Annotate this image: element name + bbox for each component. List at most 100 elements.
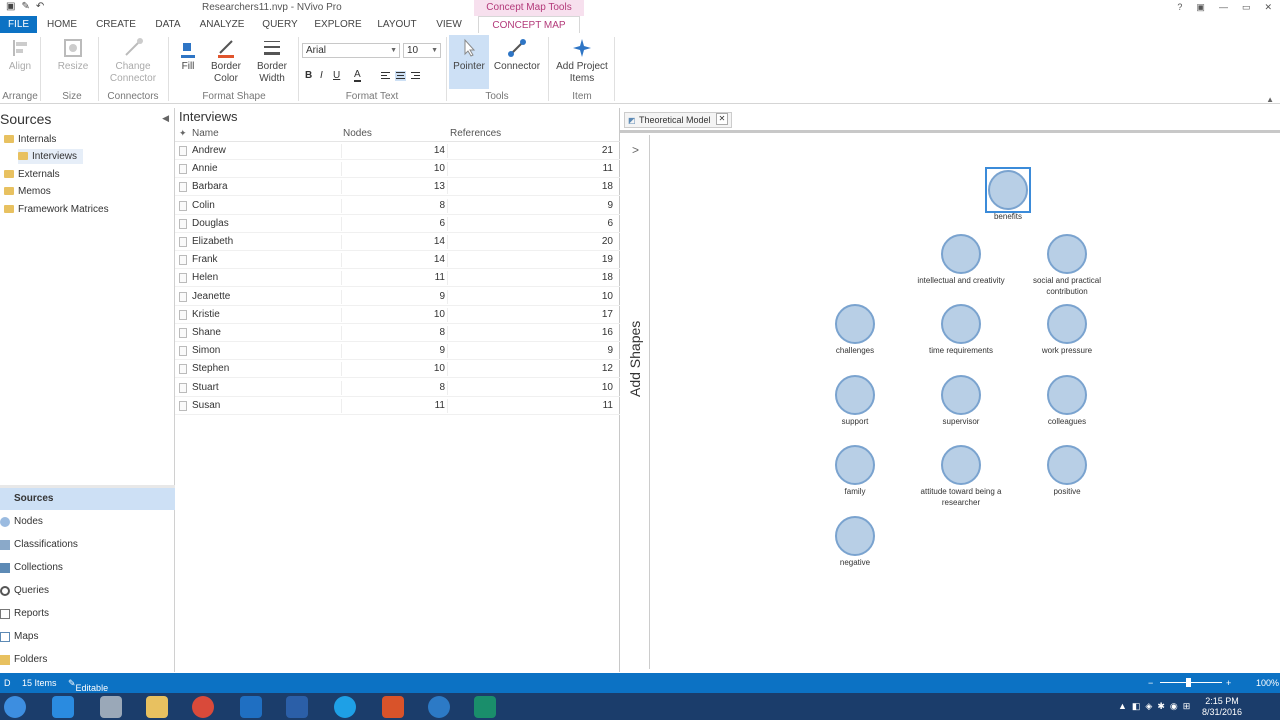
minimize-icon[interactable]: — — [1219, 2, 1228, 13]
tab-query[interactable]: QUERY — [258, 16, 302, 33]
tab-analyze[interactable]: ANALYZE — [198, 16, 246, 33]
close-icon[interactable]: ✕ — [1264, 2, 1272, 13]
pointer-button[interactable]: Pointer — [449, 35, 489, 89]
border-width-button[interactable]: Border Width — [252, 37, 292, 85]
nav-button-nodes[interactable]: Nodes — [0, 511, 175, 533]
close-tab-button[interactable]: ✕ — [716, 113, 728, 125]
italic-button[interactable]: I — [320, 70, 323, 81]
file-explorer-icon[interactable] — [146, 696, 168, 718]
table-row[interactable]: Susan 11 11 — [175, 397, 620, 415]
save-icon[interactable]: ▣ — [6, 1, 15, 12]
nvivo-icon[interactable] — [474, 696, 496, 718]
table-row[interactable]: Stephen 10 12 — [175, 360, 620, 379]
table-row[interactable]: Douglas 6 6 — [175, 215, 620, 233]
font-color-button[interactable]: A — [354, 70, 361, 82]
tree-item-interviews[interactable]: Interviews — [18, 149, 84, 164]
start-icon[interactable] — [4, 696, 26, 718]
table-row[interactable]: Annie 10 11 — [175, 160, 620, 179]
add-shapes-panel[interactable]: > Add Shapes — [623, 135, 650, 669]
font-family-select[interactable]: Arial ▼ — [302, 43, 400, 58]
skype-icon[interactable] — [334, 696, 356, 718]
tab-view[interactable]: VIEW — [432, 16, 466, 33]
nav-button-maps[interactable]: Maps — [0, 626, 175, 648]
column-header-nodes[interactable]: Nodes — [343, 128, 372, 139]
resize-button[interactable]: Resize — [54, 37, 92, 73]
chrome-icon[interactable] — [192, 696, 214, 718]
table-row[interactable]: Simon 9 9 — [175, 342, 620, 361]
selection-box[interactable] — [985, 167, 1031, 213]
table-row[interactable]: Elizabeth 14 20 — [175, 233, 620, 251]
column-header-name[interactable]: Name — [192, 128, 219, 139]
text-align-icons[interactable] — [381, 71, 421, 81]
edit-icon[interactable]: ✎ — [21, 1, 29, 12]
nav-button-classifications[interactable]: Classifications — [0, 534, 175, 556]
nav-button-folders[interactable]: Folders — [0, 649, 175, 671]
map-node-work[interactable] — [1047, 304, 1087, 344]
table-row[interactable]: Kristie 10 17 — [175, 306, 620, 324]
nav-button-queries[interactable]: Queries — [0, 580, 175, 602]
map-node-attitude[interactable] — [941, 445, 981, 485]
map-node-time[interactable] — [941, 304, 981, 344]
table-row[interactable]: Helen 11 18 — [175, 269, 620, 288]
zoom-slider-thumb[interactable] — [1186, 678, 1191, 687]
map-node-social[interactable] — [1047, 234, 1087, 274]
row-name: Frank — [192, 254, 218, 266]
map-node-positive[interactable] — [1047, 445, 1087, 485]
add-project-items-button[interactable]: Add Project Items — [553, 37, 611, 85]
change-connector-button[interactable]: Change Connector — [102, 37, 164, 85]
system-tray-icons[interactable]: ▲◧◈✱◉⊞ — [1118, 701, 1195, 712]
zoom-out-icon[interactable]: − — [1148, 678, 1153, 688]
map-node-family[interactable] — [835, 445, 875, 485]
internet-explorer-icon[interactable] — [52, 696, 74, 718]
table-row[interactable]: Colin 8 9 — [175, 197, 620, 215]
map-node-challenges[interactable] — [835, 304, 875, 344]
tab-explore[interactable]: EXPLORE — [314, 16, 362, 33]
bold-button[interactable]: B — [305, 70, 312, 81]
font-size-select[interactable]: 10 ▼ — [403, 43, 441, 58]
tab-data[interactable]: DATA — [150, 16, 186, 33]
maximize-icon[interactable]: ▭ — [1242, 2, 1251, 13]
border-color-button[interactable]: Border Color — [208, 37, 244, 85]
tab-home[interactable]: HOME — [42, 16, 82, 33]
tab-file[interactable]: FILE — [0, 16, 37, 33]
table-row[interactable]: Andrew 14 21 — [175, 142, 620, 160]
align-button[interactable]: Align — [4, 37, 36, 73]
tree-item-externals[interactable]: Externals — [4, 167, 60, 182]
map-node-negative[interactable] — [835, 516, 875, 556]
restore-ribbon-icon[interactable]: ▣ — [1196, 2, 1205, 13]
app-icon[interactable] — [428, 696, 450, 718]
table-row[interactable]: Frank 14 19 — [175, 251, 620, 270]
nav-button-reports[interactable]: Reports — [0, 603, 175, 625]
underline-button[interactable]: U — [333, 70, 340, 81]
undo-icon[interactable]: ↶ — [36, 1, 44, 12]
app-icon[interactable] — [100, 696, 122, 718]
table-row[interactable]: Shane 8 16 — [175, 324, 620, 342]
zoom-in-icon[interactable]: + — [1226, 678, 1231, 688]
table-row[interactable]: Jeanette 9 10 — [175, 288, 620, 306]
nav-button-sources[interactable]: Sources — [0, 488, 175, 510]
collapse-pane-icon[interactable]: ◀ — [162, 113, 169, 124]
map-node-intellectual[interactable] — [941, 234, 981, 274]
map-node-supervisor[interactable] — [941, 375, 981, 415]
table-row[interactable]: Barbara 13 18 — [175, 178, 620, 197]
outlook-icon[interactable] — [240, 696, 262, 718]
clock[interactable]: 2:15 PM 8/31/2016 — [1202, 696, 1242, 718]
tab-create[interactable]: CREATE — [94, 16, 138, 33]
app-icon[interactable] — [382, 696, 404, 718]
tree-item-memos[interactable]: Memos — [4, 184, 51, 199]
nav-button-collections[interactable]: Collections — [0, 557, 175, 579]
fill-button[interactable]: Fill — [174, 37, 202, 73]
help-icon[interactable]: ? — [1177, 2, 1182, 13]
tree-item-internals[interactable]: Internals — [4, 132, 56, 147]
tab-concept-map[interactable]: CONCEPT MAP — [478, 16, 580, 33]
map-node-colleagues[interactable] — [1047, 375, 1087, 415]
tab-layout[interactable]: LAYOUT — [374, 16, 420, 33]
tree-item-framework-matrices[interactable]: Framework Matrices — [4, 202, 109, 217]
map-node-support[interactable] — [835, 375, 875, 415]
collapse-ribbon-icon[interactable]: ▲ — [1266, 95, 1274, 104]
table-row[interactable]: Stuart 8 10 — [175, 379, 620, 397]
word-icon[interactable] — [286, 696, 308, 718]
chevron-right-icon[interactable]: > — [632, 143, 639, 157]
column-header-references[interactable]: References — [450, 128, 501, 139]
connector-button[interactable]: Connector — [493, 37, 541, 73]
